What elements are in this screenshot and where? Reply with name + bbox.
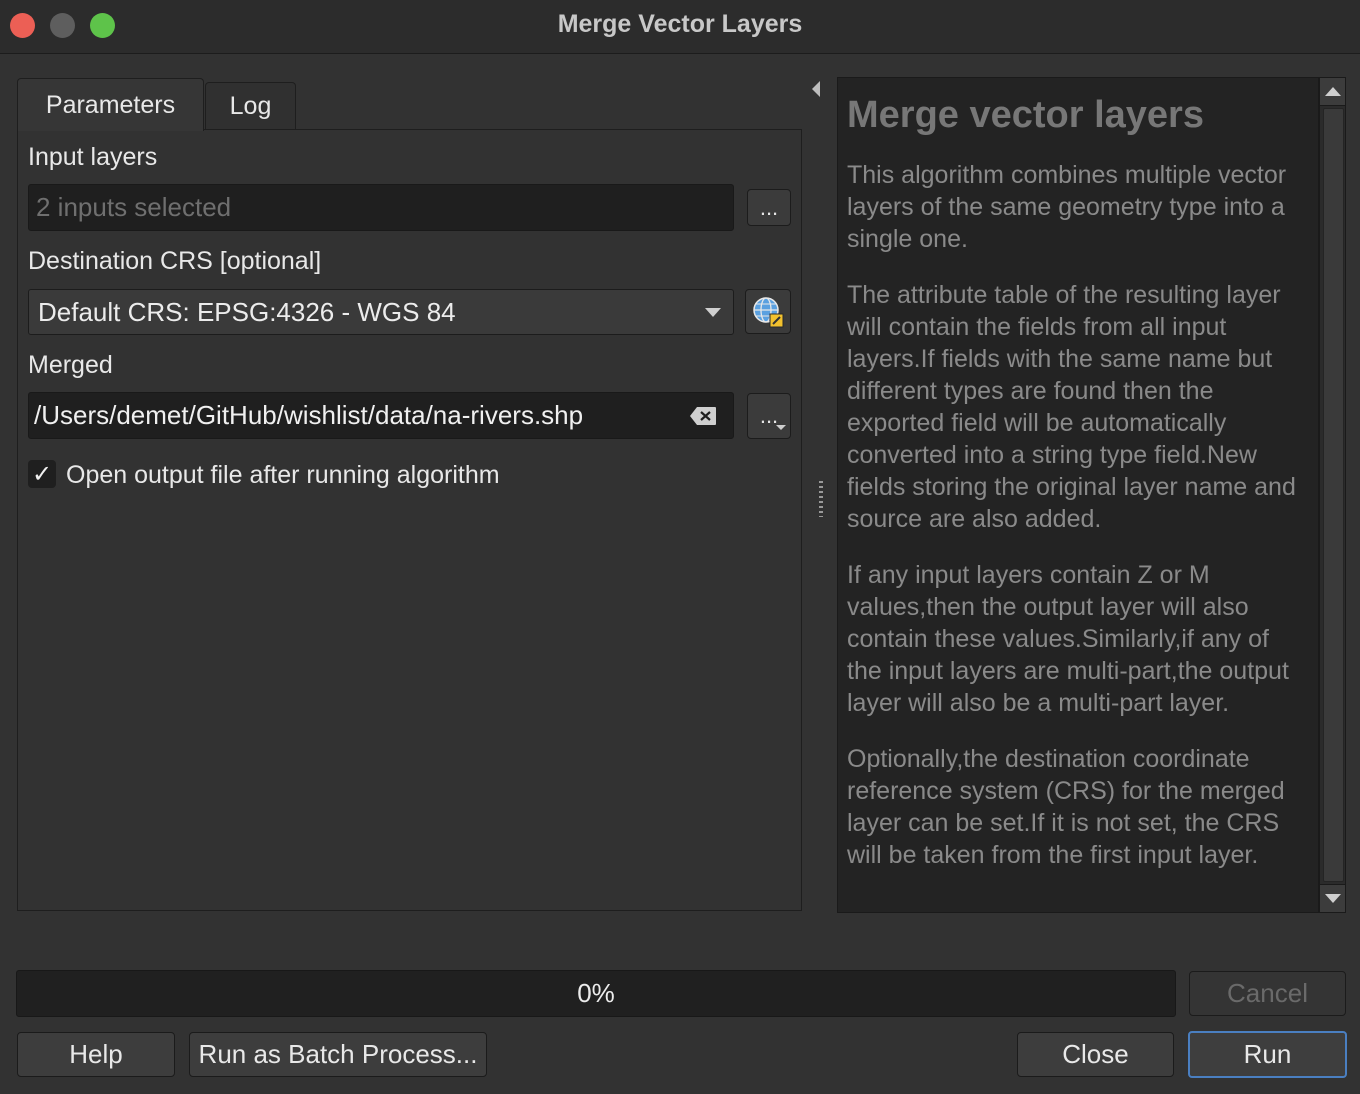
chevron-down-icon bbox=[776, 425, 786, 430]
cancel-button[interactable]: Cancel bbox=[1189, 971, 1346, 1016]
help-paragraph: The attribute table of the resulting lay… bbox=[847, 281, 1296, 533]
scroll-down-button[interactable] bbox=[1320, 884, 1345, 912]
merged-output-path: /Users/demet/GitHub/wishlist/data/na-riv… bbox=[34, 400, 584, 430]
title-bar: Merge Vector Layers bbox=[0, 0, 1360, 54]
output-options-button[interactable]: ... bbox=[747, 393, 791, 439]
destination-crs-value: Default CRS: EPSG:4326 - WGS 84 bbox=[38, 296, 456, 327]
open-output-label: Open output file after running algorithm bbox=[66, 461, 500, 489]
help-paragraph: If any input layers contain Z or M value… bbox=[847, 561, 1289, 717]
help-title: Merge vector layers bbox=[847, 94, 1204, 136]
input-layers-field[interactable]: 2 inputs selected bbox=[28, 184, 734, 231]
help-panel: Merge vector layers This algorithm combi… bbox=[837, 77, 1319, 913]
help-button[interactable]: Help bbox=[17, 1032, 175, 1077]
chevron-down-icon bbox=[705, 308, 721, 317]
merged-label: Merged bbox=[28, 351, 113, 379]
help-scrollbar[interactable] bbox=[1319, 77, 1346, 913]
select-input-layers-button[interactable]: ... bbox=[747, 189, 791, 226]
tab-log[interactable]: Log bbox=[205, 82, 296, 130]
tab-parameters[interactable]: Parameters bbox=[17, 78, 204, 131]
help-paragraph: This algorithm combines multiple vector … bbox=[847, 161, 1287, 253]
help-paragraph: Optionally,the destination coordinate re… bbox=[847, 745, 1285, 869]
chevron-down-icon bbox=[1325, 894, 1341, 903]
run-batch-button[interactable]: Run as Batch Process... bbox=[189, 1032, 487, 1077]
select-crs-button[interactable] bbox=[745, 289, 791, 334]
collapse-help-icon[interactable] bbox=[812, 81, 820, 97]
close-button[interactable]: Close bbox=[1017, 1032, 1174, 1077]
run-button[interactable]: Run bbox=[1188, 1031, 1347, 1078]
merged-output-field[interactable]: /Users/demet/GitHub/wishlist/data/na-riv… bbox=[28, 392, 734, 439]
destination-crs-combo[interactable]: Default CRS: EPSG:4326 - WGS 84 bbox=[28, 289, 734, 335]
chevron-up-icon bbox=[1325, 87, 1341, 96]
scroll-up-button[interactable] bbox=[1320, 78, 1345, 106]
window-title: Merge Vector Layers bbox=[557, 10, 803, 38]
splitter-handle[interactable] bbox=[819, 481, 823, 517]
clear-icon[interactable] bbox=[689, 406, 717, 426]
scrollbar-thumb[interactable] bbox=[1323, 108, 1344, 882]
input-layers-label: Input layers bbox=[28, 143, 158, 171]
open-output-checkbox[interactable]: ✓ bbox=[28, 460, 56, 488]
progress-text: 0% bbox=[577, 978, 615, 1008]
destination-crs-label: Destination CRS [optional] bbox=[28, 247, 322, 275]
globe-icon bbox=[753, 296, 784, 327]
progress-bar: 0% bbox=[16, 970, 1176, 1017]
